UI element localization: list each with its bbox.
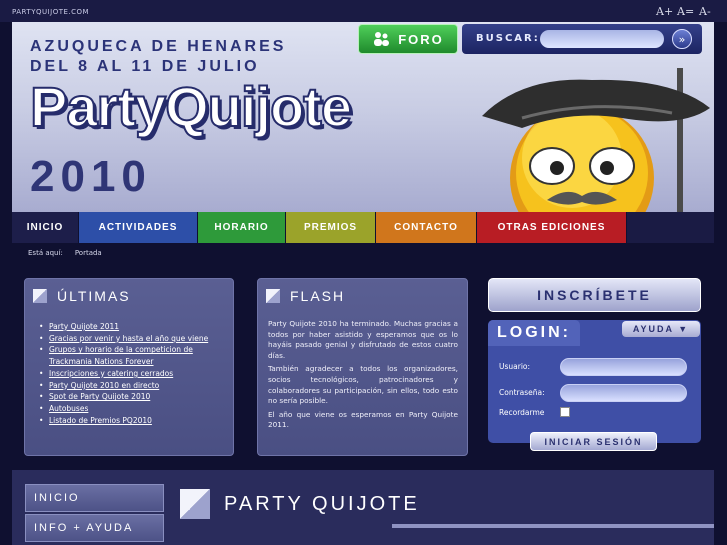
ultimas-link[interactable]: Party Quijote 2011 (39, 321, 231, 333)
flash-title: FLASH (290, 288, 346, 304)
login-title: LOGIN: (488, 320, 580, 346)
ultimas-link[interactable]: Listado de Premios PQ2010 (39, 415, 231, 427)
nav-spacer (627, 212, 714, 243)
ultimas-link[interactable]: Spot de Party Quijote 2010 (39, 391, 231, 403)
title-square-icon (180, 489, 210, 519)
panel-square-icon (33, 289, 47, 303)
iniciar-sesion-button[interactable]: INICIAR SESIÓN (530, 432, 657, 451)
sidebar-item-info-ayuda[interactable]: INFO + AYUDA (25, 514, 164, 542)
ultimas-list: Party Quijote 2011 Gracias por venir y h… (39, 321, 231, 427)
event-location: AZUQUECA DE HENARES (30, 38, 287, 55)
site-url: PARTYQUIJOTE.COM (12, 8, 90, 16)
ultimas-link[interactable]: Inscripciones y catering cerrados (39, 368, 231, 380)
font-reset-button[interactable]: A= (677, 5, 694, 18)
nav-horario[interactable]: HORARIO (198, 212, 286, 243)
ultimas-title: ÚLTIMAS (57, 288, 131, 304)
ayuda-dropdown[interactable]: AYUDA ▼ (622, 321, 700, 337)
foro-label: FORO (398, 31, 444, 47)
users-icon (374, 32, 390, 46)
search-label: BUSCAR: (476, 33, 540, 44)
search-box: BUSCAR: » (462, 24, 702, 54)
login-box: LOGIN: (488, 320, 701, 443)
content-title-text: PARTY QUIJOTE (224, 492, 420, 515)
nav-premios[interactable]: PREMIOS (286, 212, 376, 243)
nav-otras-ediciones[interactable]: OTRAS EDICIONES (477, 212, 627, 243)
quijote-mascot-icon (482, 68, 710, 212)
ultimas-link[interactable]: Gracias por venir y hasta el año que vie… (39, 333, 231, 345)
usuario-field[interactable] (560, 358, 687, 376)
main-nav: INICIO ACTIVIDADES HORARIO PREMIOS CONTA… (12, 212, 714, 243)
usuario-label: Usuario: (499, 362, 531, 371)
flash-paragraph: Party Quijote 2010 ha terminado. Muchas … (268, 319, 458, 360)
flash-paragraph: También agradecer a todos los organizado… (268, 364, 458, 406)
site-logo[interactable]: PartyQuijote (29, 74, 353, 139)
nav-inicio[interactable]: INICIO (12, 212, 79, 243)
recordarme-checkbox[interactable] (560, 407, 570, 417)
contrasena-label: Contraseña: (499, 388, 545, 397)
sidebar-item-inicio[interactable]: INICIO (25, 484, 164, 512)
ultimas-link[interactable]: Party Quijote 2010 en directo (39, 380, 231, 392)
search-submit-icon[interactable]: » (672, 29, 692, 49)
top-bar (0, 0, 727, 22)
nav-contacto[interactable]: CONTACTO (376, 212, 477, 243)
content-title: PARTY QUIJOTE (180, 489, 420, 519)
ultimas-panel: ÚLTIMAS Party Quijote 2011 Gracias por v… (24, 278, 234, 456)
breadcrumb: Está aquí: Portada (28, 249, 102, 257)
recordarme-label: Recordarme (499, 408, 545, 417)
inscribete-button[interactable]: INSCRÍBETE (488, 278, 701, 312)
font-decrease-button[interactable]: A- (699, 5, 711, 18)
flash-paragraph: El año que viene os esperamos en Party Q… (268, 409, 458, 430)
logo-year: 2010 (30, 152, 152, 201)
breadcrumb-current: Portada (74, 249, 102, 257)
ultimas-link[interactable]: Grupos y horario de la competicion de Tr… (39, 344, 231, 367)
ultimas-link[interactable]: Autobuses (39, 403, 231, 415)
foro-button[interactable]: FORO (358, 24, 458, 54)
flash-body: Party Quijote 2010 ha terminado. Muchas … (268, 319, 458, 431)
font-increase-button[interactable]: A+ (656, 5, 673, 18)
nav-actividades[interactable]: ACTIVIDADES (79, 212, 198, 243)
flash-panel: FLASH Party Quijote 2010 ha terminado. M… (257, 278, 468, 456)
search-input[interactable] (540, 30, 664, 48)
breadcrumb-prefix: Está aquí: (28, 249, 63, 257)
panel-square-icon (266, 289, 280, 303)
title-divider (392, 524, 714, 528)
contrasena-field[interactable] (560, 384, 687, 402)
